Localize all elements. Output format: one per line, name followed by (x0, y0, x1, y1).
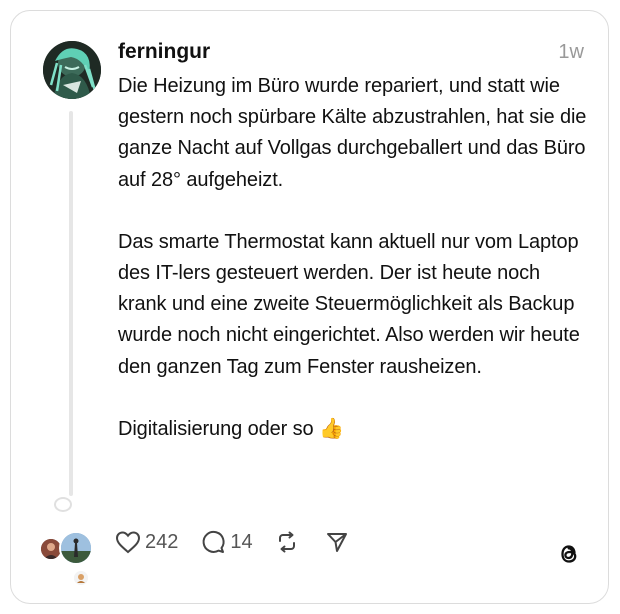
post-card[interactable]: ferningur 1w Die Heizung im Büro wurde r… (10, 10, 609, 604)
repost-icon (275, 530, 299, 554)
liker-avatars[interactable] (39, 531, 109, 591)
reply-count: 14 (230, 530, 253, 553)
post-timestamp[interactable]: 1w (558, 41, 584, 64)
liker-avatar (59, 531, 93, 565)
share-button[interactable] (325, 530, 349, 554)
author-username[interactable]: ferningur (118, 40, 210, 64)
like-button[interactable]: 242 (115, 530, 178, 554)
reply-button[interactable]: 14 (200, 529, 253, 555)
avatar-image (43, 41, 101, 99)
post-body: Die Heizung im Büro wurde repariert, und… (118, 71, 588, 445)
repost-button[interactable] (275, 530, 299, 554)
thread-loop (54, 497, 72, 512)
action-bar: 242 14 (115, 529, 349, 555)
liker-avatar (72, 569, 90, 587)
heart-icon (115, 530, 141, 554)
post-paragraph: Digitalisierung oder so 👍 (118, 417, 344, 440)
like-count: 242 (145, 530, 179, 553)
post-paragraph: Das smarte Thermostat kann aktuell nur v… (118, 230, 580, 378)
author-avatar[interactable] (43, 41, 101, 99)
thread-line (69, 111, 73, 496)
threads-logo-icon (556, 541, 582, 567)
comment-icon (200, 529, 226, 555)
post-paragraph: Die Heizung im Büro wurde repariert, und… (118, 75, 587, 191)
send-icon (325, 530, 349, 554)
